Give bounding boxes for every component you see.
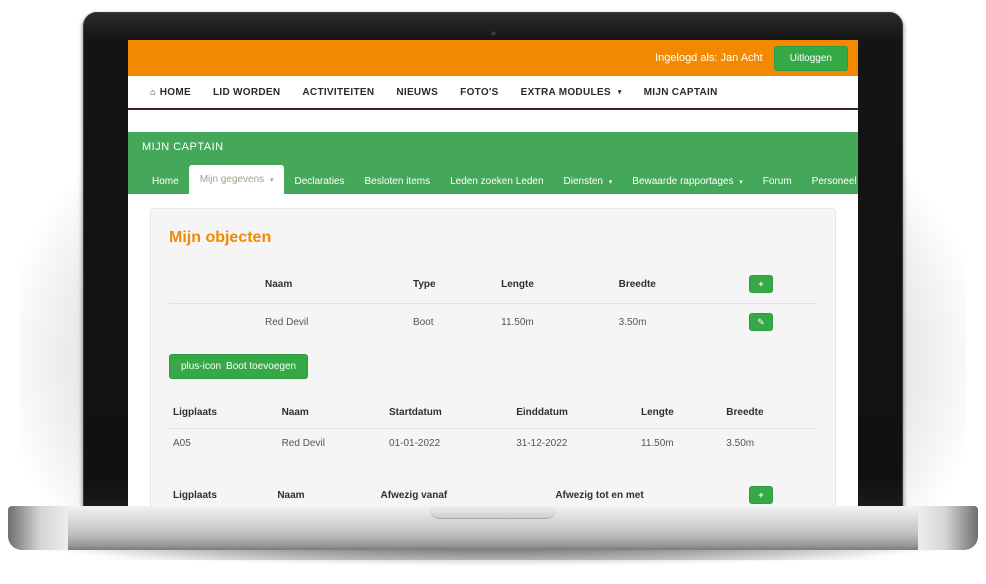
plus-icon: plus-icon	[181, 361, 222, 372]
tab-besloten-items[interactable]: Besloten items	[355, 169, 441, 194]
tab-personeel[interactable]: Personeel ▾	[802, 169, 858, 194]
chevron-down-icon: ▾	[739, 179, 743, 186]
cell-objecten-breedte: 3.50m	[614, 303, 745, 340]
cell-ligplaats-lengte: 11.50m	[637, 428, 723, 458]
tab-mijn-gegevens[interactable]: Mijn gegevens ▾	[188, 165, 285, 194]
nav-item-lid-worden[interactable]: LID WORDEN	[213, 87, 280, 98]
add-afwezigheid-button[interactable]: +	[749, 486, 773, 504]
tab-diensten[interactable]: Diensten ▾	[554, 169, 623, 194]
th-objecten-type: Type	[412, 278, 436, 290]
nav-item-nieuws[interactable]: NIEUWS	[396, 87, 438, 98]
tab-diensten-label: Diensten	[563, 176, 603, 187]
th-afwezig-vanaf: Afwezig vanaf	[380, 489, 448, 501]
cell-objecten-type: Boot	[408, 303, 498, 340]
nav-item-extra-modules[interactable]: EXTRA MODULES ▾	[521, 87, 622, 98]
th-afwezig-actions: +	[745, 480, 817, 506]
cell-objecten-spacer	[169, 303, 261, 340]
table-header-row: Ligplaats Naam Afwezig vanaf Afwezig tot…	[169, 480, 817, 506]
tab-bewaarde-rapportages[interactable]: Bewaarde rapportages ▾	[622, 169, 752, 194]
cell-ligplaats-naam: Red Devil	[277, 428, 386, 458]
nav-item-home-label: HOME	[159, 86, 191, 98]
th-objecten-naam: Naam	[265, 278, 293, 290]
cell-objecten-actions: ✎	[745, 303, 817, 340]
page-title: Mijn objecten	[169, 229, 272, 246]
content-card: Mijn objecten Naam Type Lengte Breedte +	[150, 208, 836, 506]
th-objecten-breedte: Breedte	[618, 278, 656, 290]
module-panel-header: MIJN CAPTAIN Home Mijn gegevens ▾ Declar…	[128, 132, 858, 194]
table-header-row: Ligplaats Naam Startdatum Einddatum Leng…	[169, 401, 817, 429]
tab-declaraties[interactable]: Declaraties	[284, 169, 354, 194]
tab-mijn-gegevens-label: Mijn gegevens	[199, 174, 265, 185]
th-objecten-lengte: Lengte	[501, 278, 534, 290]
webcam-dot-icon	[490, 31, 496, 36]
nav-item-fotos[interactable]: FOTO'S	[460, 87, 498, 98]
cell-ligplaats-startdatum: 01-01-2022	[385, 428, 513, 458]
table-spacer	[169, 458, 817, 480]
nav-item-mijn-captain[interactable]: MIJN CAPTAIN	[644, 87, 718, 98]
tab-home[interactable]: Home	[142, 169, 189, 194]
house-icon: ⌂	[150, 86, 156, 97]
objecten-table: Naam Type Lengte Breedte + Red Devil Boo…	[169, 269, 817, 340]
cell-objecten-lengte: 11.50m	[497, 303, 615, 340]
chevron-down-icon: ▾	[269, 177, 274, 184]
table-header-row: Naam Type Lengte Breedte +	[169, 269, 817, 304]
screen-viewport: Ingelogd als: Jan Acht Uitloggen ⌂ HOME …	[128, 40, 858, 506]
th-ligplaats-naam: Naam	[281, 407, 309, 418]
cell-ligplaats-breedte: 3.50m	[722, 428, 817, 458]
add-object-button[interactable]: +	[749, 275, 773, 293]
laptop-mockup: Notebook Ingelogd als: Jan Acht Uitlogge…	[0, 0, 986, 584]
add-boat-button[interactable]: plus-icon Boot toevoegen	[169, 354, 309, 379]
afwezigheid-table: Ligplaats Naam Afwezig vanaf Afwezig tot…	[169, 480, 817, 506]
table-row: Red Devil Boot 11.50m 3.50m ✎	[169, 303, 817, 340]
th-ligplaats: Ligplaats	[173, 407, 217, 418]
th-afwezig-tot-en-met: Afwezig tot en met	[555, 489, 644, 501]
tab-leden-zoeken-leden[interactable]: Leden zoeken Leden	[440, 169, 553, 194]
th-objecten-spacer	[169, 269, 261, 304]
cell-ligplaats: A05	[169, 428, 278, 458]
add-boat-button-label: Boot toevoegen	[226, 361, 297, 372]
cell-objecten-naam: Red Devil	[261, 303, 409, 340]
th-ligplaats-breedte: Breedte	[726, 407, 764, 418]
chevron-down-icon: ▾	[617, 89, 622, 96]
module-panel-title: MIJN CAPTAIN	[142, 141, 224, 153]
tab-personeel-label: Personeel	[811, 176, 857, 187]
chevron-down-icon: ▾	[608, 179, 613, 186]
top-utility-bar: Ingelogd als: Jan Acht Uitloggen	[128, 40, 858, 76]
laptop-base-right-edge	[918, 506, 978, 550]
cell-ligplaats-einddatum: 31-12-2022	[512, 428, 637, 458]
primary-navigation: ⌂ HOME LID WORDEN ACTIVITEITEN NIEUWS FO…	[128, 76, 858, 110]
logout-button[interactable]: Uitloggen	[773, 45, 848, 71]
tab-bewaarde-rapportages-label: Bewaarde rapportages	[632, 176, 734, 187]
laptop-base-left-edge	[8, 506, 68, 550]
module-tabs: Home Mijn gegevens ▾ Declaraties Beslote…	[142, 165, 858, 194]
table-row: A05 Red Devil 01-01-2022 31-12-2022 11.5…	[169, 428, 817, 458]
ligplaats-table: Ligplaats Naam Startdatum Einddatum Leng…	[169, 401, 817, 458]
nav-item-home[interactable]: ⌂ HOME	[150, 87, 191, 98]
th-ligplaats-lengte: Lengte	[641, 407, 674, 418]
laptop-base-notch	[430, 506, 556, 519]
logged-in-as-text: Ingelogd als: Jan Acht	[655, 52, 763, 64]
th-objecten-actions: +	[745, 269, 817, 304]
tab-forum[interactable]: Forum	[753, 169, 802, 194]
th-afwezig-naam: Naam	[277, 489, 305, 501]
edit-object-button[interactable]: ✎	[749, 313, 773, 331]
th-ligplaats-startdatum: Startdatum	[389, 407, 442, 418]
th-ligplaats-einddatum: Einddatum	[516, 407, 568, 418]
nav-item-extra-modules-label: EXTRA MODULES	[520, 86, 611, 98]
nav-item-activiteiten[interactable]: ACTIVITEITEN	[302, 87, 374, 98]
th-afwezig-ligplaats: Ligplaats	[173, 489, 217, 501]
